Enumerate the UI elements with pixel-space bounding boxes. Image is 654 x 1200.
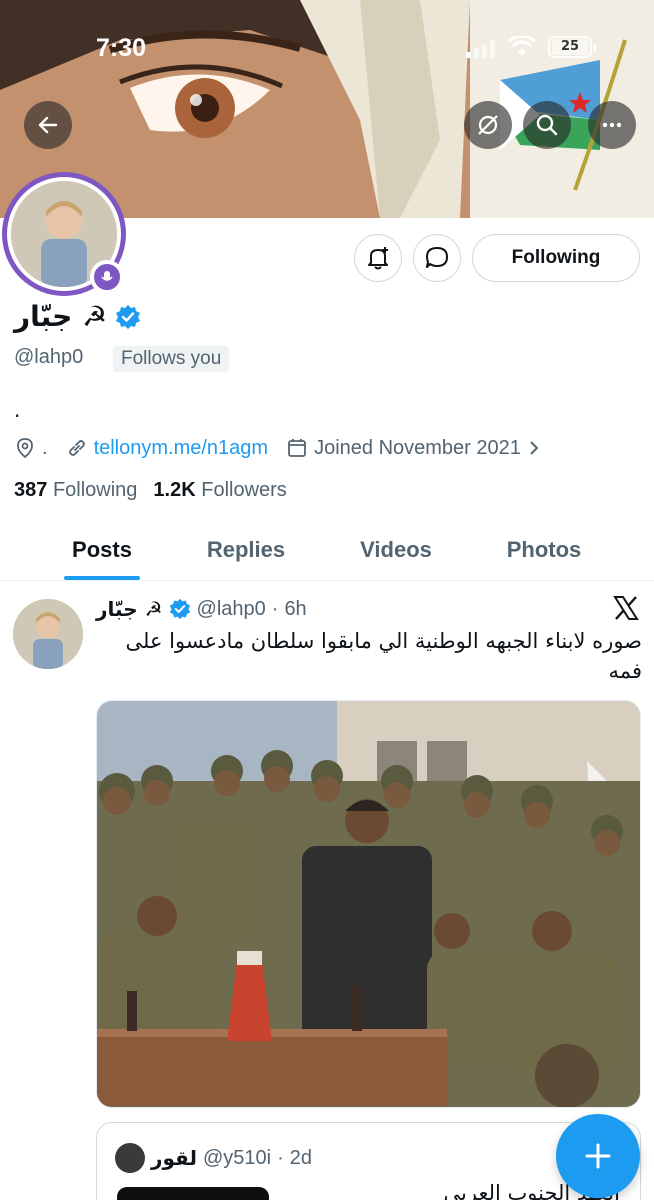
quote-author-name: لقور: [151, 1146, 197, 1170]
active-tab-indicator: [64, 576, 140, 580]
quote-time: 2d: [289, 1146, 313, 1169]
website-link[interactable]: tellonym.me/n1agm: [94, 437, 269, 460]
display-name: جبّار ☭: [14, 300, 141, 333]
bell-plus-icon: [368, 247, 388, 270]
following-button[interactable]: Following: [472, 234, 640, 282]
quote-separator: ·: [277, 1146, 284, 1169]
compose-post-button[interactable]: [556, 1114, 640, 1198]
status-time: 7:30: [96, 34, 147, 62]
post-author-name[interactable]: جبّار ☭: [96, 597, 163, 621]
microphone-icon: [101, 271, 113, 281]
location-item: .: [14, 437, 48, 460]
back-button[interactable]: [24, 101, 72, 149]
location-pin-icon: [17, 438, 33, 459]
verified-badge-icon: [169, 598, 190, 620]
follows-you-badge: Follows you: [113, 346, 230, 372]
profile-tabs: Posts Replies Videos Photos: [0, 520, 654, 581]
following-stat[interactable]: 387 Following: [14, 479, 137, 502]
website-item[interactable]: tellonym.me/n1agm: [66, 437, 269, 460]
message-button[interactable]: [413, 234, 461, 282]
x-logo-icon[interactable]: [612, 594, 640, 622]
display-name-text: جبّار ☭: [14, 300, 108, 333]
battery-level: 25: [552, 39, 588, 55]
joined-item[interactable]: Joined November 2021: [286, 437, 541, 460]
quote-author-handle: @y510i: [202, 1146, 272, 1169]
post-text: صوره لابناء الجبهه الوطنية الي مابقوا سل…: [125, 629, 642, 683]
following-label: Following: [52, 479, 138, 501]
tab-replies[interactable]: Replies: [184, 520, 308, 580]
profile-bio: .: [14, 398, 21, 422]
calendar-icon: [288, 439, 306, 457]
more-dots-icon: [602, 122, 622, 128]
profile-meta: . tellonym.me/n1agm Joined November 2021: [14, 434, 559, 462]
arrow-left-icon: [38, 116, 58, 134]
tab-posts[interactable]: Posts: [40, 520, 164, 580]
post-separator: ·: [271, 597, 279, 620]
cellular-signal-icon: [466, 40, 495, 58]
tab-videos[interactable]: Videos: [334, 520, 458, 580]
post-author-handle[interactable]: @lahp0: [197, 598, 266, 621]
eye-slash-icon: [478, 115, 498, 135]
more-options-button[interactable]: [588, 101, 636, 149]
post-time[interactable]: 6h: [284, 598, 306, 621]
location-text: .: [42, 436, 48, 459]
notifications-button[interactable]: [354, 234, 402, 282]
status-bar: 7:30 25: [0, 0, 654, 96]
profile-stats: 387 Following 1.2K Followers: [14, 479, 287, 502]
group-photo: [97, 701, 640, 1107]
chat-bubble-icon: [426, 247, 448, 268]
search-button[interactable]: [523, 101, 571, 149]
post-image[interactable]: [96, 700, 641, 1108]
quote-header: لقور @y510i · 2d: [115, 1143, 312, 1173]
post-avatar-photo: [13, 599, 83, 669]
mute-retweets-button[interactable]: [464, 101, 512, 149]
battery-icon: 25: [548, 36, 596, 58]
post-header: جبّار ☭ @lahp0 · 6h: [96, 594, 307, 624]
spaces-badge: [90, 260, 124, 294]
wifi-icon: [508, 36, 536, 56]
chevron-right-icon: [530, 441, 539, 455]
post-author-avatar[interactable]: [13, 599, 83, 669]
profile-handle: @lahp0: [14, 346, 84, 368]
quote-author-avatar: [115, 1143, 145, 1173]
tab-photos[interactable]: Photos: [482, 520, 606, 580]
link-icon: [68, 440, 85, 456]
following-count: 387: [14, 479, 48, 501]
followers-count: 1.2K: [153, 479, 196, 501]
followers-label: Followers: [201, 479, 287, 501]
joined-text: Joined November 2021: [314, 436, 521, 459]
verified-badge-icon: [116, 304, 141, 329]
plus-icon: [585, 1143, 611, 1169]
quote-thumbnail: [117, 1187, 269, 1200]
search-icon: [536, 114, 558, 136]
followers-stat[interactable]: 1.2K Followers: [153, 479, 286, 502]
